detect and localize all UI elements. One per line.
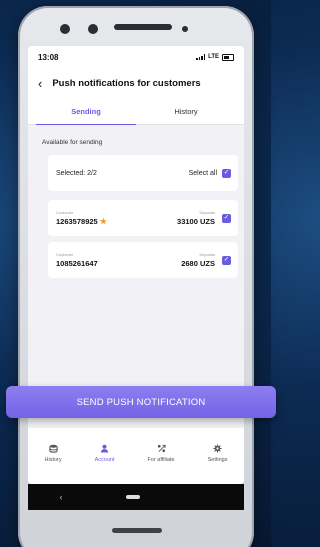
nav-affiliate-label: For affiliate: [147, 457, 175, 463]
sensor-icon: [182, 26, 188, 32]
nav-affiliate[interactable]: For affiliate: [148, 444, 175, 463]
nav-account[interactable]: Account: [95, 444, 115, 463]
deposit-amount: 2680 UZS: [181, 259, 215, 268]
system-back-icon[interactable]: ‹: [60, 492, 63, 502]
battery-icon: [222, 53, 234, 61]
nav-history-label: History: [44, 457, 62, 463]
customer-caption: Customer: [56, 252, 74, 257]
status-time: 13:08: [38, 52, 59, 62]
send-push-notification-button[interactable]: SEND PUSH NOTIFICATION: [6, 386, 276, 418]
star-icon: ★: [99, 217, 107, 226]
select-all-checkbox[interactable]: ✓: [222, 168, 231, 178]
page-header: ‹ Push notifications for customers: [28, 68, 244, 98]
customer-info: Customer 1263578925 ★: [56, 210, 107, 226]
deposit-amount: 33100 UZS: [177, 217, 215, 226]
nav-account-label: Account: [94, 457, 115, 463]
selection-card: Selected: 2/2 Select all ✓: [48, 155, 238, 191]
camera-right-icon: [88, 24, 98, 34]
customer-caption: Customer: [56, 210, 74, 215]
page-title: Push notifications for customers: [52, 77, 201, 89]
android-navigation-bar: ‹: [28, 484, 244, 510]
deposit-info: Deposits 2680 UZS: [181, 252, 215, 268]
system-home-icon[interactable]: [125, 495, 140, 499]
affiliate-icon: [157, 444, 166, 453]
select-all-control[interactable]: Select all ✓: [188, 168, 231, 178]
status-indicators: LTE: [196, 53, 234, 61]
bottom-navigation: History Account For affiliate Settings: [28, 428, 244, 484]
gear-icon: [213, 444, 222, 453]
network-label: LTE: [208, 54, 219, 60]
tab-bar: Sending History: [28, 98, 244, 125]
customer-id-line: 1085261647: [56, 259, 98, 268]
nav-history[interactable]: History: [45, 444, 62, 463]
speaker-grille: [114, 24, 172, 30]
app-screen: 13:08 LTE ‹ Push notifications for custo…: [28, 46, 244, 484]
customer-row[interactable]: Customer 1085261647 Deposits 2680 UZS ✓: [48, 242, 238, 278]
deposit-group: Deposits 2680 UZS ✓: [181, 252, 231, 268]
tab-sending[interactable]: Sending: [36, 98, 136, 125]
customer-id: 1085261647: [56, 259, 98, 268]
select-all-label: Select all: [188, 169, 217, 177]
customer-id: 1263578925: [56, 217, 98, 226]
user-icon: [100, 444, 109, 453]
deposit-info: Deposits 33100 UZS: [177, 210, 215, 226]
section-label: Available for sending: [42, 139, 103, 146]
customer-info: Customer 1085261647: [56, 252, 98, 268]
customer-checkbox[interactable]: ✓: [222, 255, 231, 265]
camera-left-icon: [60, 24, 70, 34]
back-arrow-icon[interactable]: ‹: [38, 77, 42, 90]
deposit-group: Deposits 33100 UZS ✓: [177, 210, 231, 226]
phone-chin-bar: [112, 528, 162, 533]
deposit-caption: Deposits: [199, 210, 215, 215]
customer-id-line: 1263578925 ★: [56, 217, 107, 226]
signal-icon: [196, 54, 206, 60]
deposit-caption: Deposits: [199, 252, 215, 257]
tab-history[interactable]: History: [136, 98, 236, 124]
selected-count: Selected: 2/2: [56, 169, 97, 177]
database-icon: [48, 444, 58, 453]
customer-row[interactable]: Customer 1263578925 ★ Deposits 33100 UZS…: [48, 200, 238, 236]
status-bar: 13:08 LTE: [28, 46, 244, 68]
nav-settings[interactable]: Settings: [207, 444, 228, 463]
nav-settings-label: Settings: [207, 457, 228, 463]
customer-checkbox[interactable]: ✓: [222, 213, 231, 223]
